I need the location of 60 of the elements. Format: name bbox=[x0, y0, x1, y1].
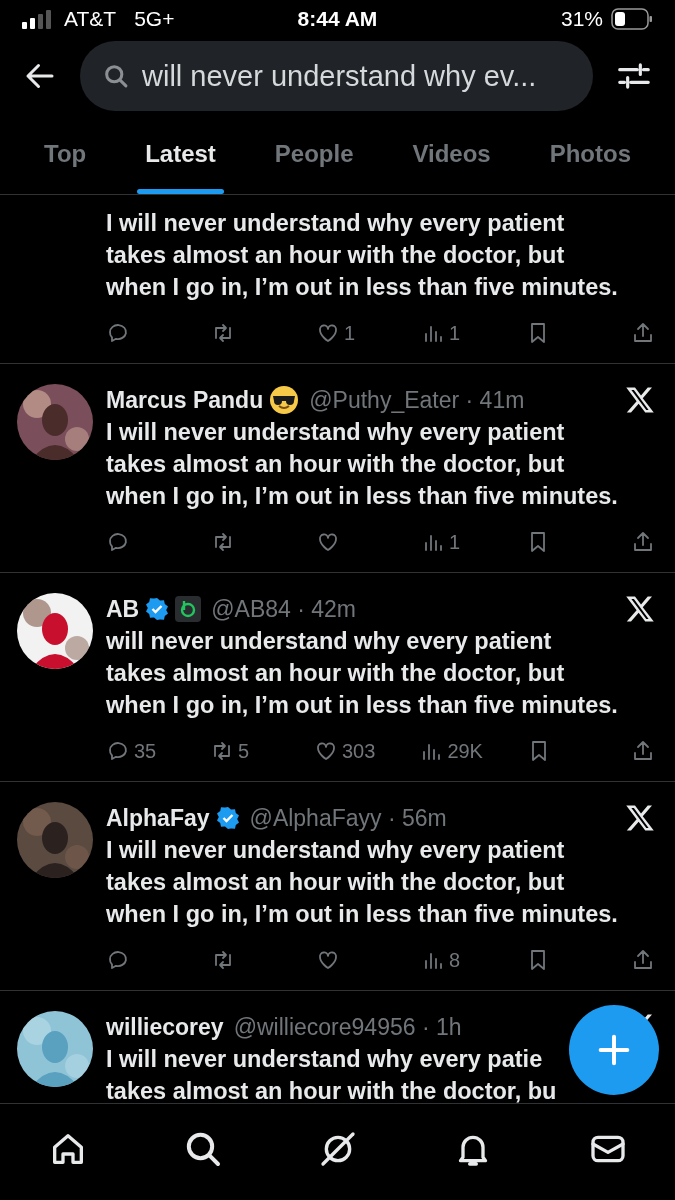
tweet-text: I will never understand why every patie bbox=[106, 1045, 543, 1074]
author-name[interactable]: AlphaFay bbox=[106, 804, 210, 832]
views-button[interactable]: 29K bbox=[419, 739, 483, 763]
tab[interactable]: Videos bbox=[404, 114, 499, 194]
tweet-text: will never understand why every patient bbox=[106, 627, 552, 656]
tab[interactable]: Latest bbox=[137, 114, 224, 194]
x-logo-icon bbox=[625, 594, 655, 624]
like-button[interactable]: 303 bbox=[314, 739, 376, 763]
reply-button[interactable]: 35 bbox=[106, 739, 166, 763]
reply-icon bbox=[106, 948, 130, 972]
network-type: 5G+ bbox=[134, 7, 175, 31]
sunglasses-emoji-icon bbox=[269, 385, 300, 415]
tweet-text: I will never understand why every patient bbox=[106, 418, 565, 447]
carrier-name: AT&T bbox=[64, 7, 117, 31]
verified-icon bbox=[145, 597, 170, 621]
share-icon bbox=[631, 948, 655, 972]
share-button[interactable] bbox=[631, 530, 655, 554]
share-button[interactable] bbox=[631, 321, 655, 345]
views-button[interactable]: 8 bbox=[421, 948, 481, 972]
x-logo-icon bbox=[625, 385, 655, 415]
tweet-text: when I go in, I’m out in less than five minutes. bbox=[106, 900, 618, 929]
share-button[interactable] bbox=[631, 948, 655, 972]
tweet-text: takes almost an hour with the doctor, but bbox=[106, 659, 565, 688]
handle-and-time: @Puthy_Eater · 41m bbox=[309, 386, 525, 414]
reply-icon bbox=[106, 739, 130, 763]
share-icon bbox=[631, 321, 655, 345]
search-field[interactable]: will never understand why ev... bbox=[140, 58, 571, 94]
handle-and-time: @AB84 · 42m bbox=[211, 595, 357, 623]
tweet-text: when I go in, I’m out in less than five minutes. bbox=[106, 691, 618, 720]
search-icon bbox=[102, 62, 130, 90]
author-name[interactable]: Marcus Pandu bbox=[106, 386, 264, 414]
battery-icon bbox=[611, 8, 653, 30]
clock-time: 8:44 AM bbox=[297, 7, 378, 31]
tweet-text: when I go in, I’m out in less than five minutes. bbox=[106, 273, 618, 302]
affiliate-badge-icon bbox=[175, 596, 202, 622]
tweet-text: takes almost an hour with the doctor, bu bbox=[106, 1077, 557, 1103]
author-name[interactable]: AB bbox=[106, 595, 140, 623]
x-logo-icon bbox=[625, 803, 655, 833]
tweet-text: takes almost an hour with the doctor, but bbox=[106, 241, 565, 270]
author-name[interactable]: williecorey bbox=[106, 1013, 224, 1041]
reply-icon bbox=[106, 530, 130, 554]
handle-and-time: @AlphaFayy · 56m bbox=[249, 804, 447, 832]
views-button[interactable]: 1 bbox=[421, 321, 481, 345]
reply-icon bbox=[106, 321, 130, 345]
tweet-text: when I go in, I’m out in less than five minutes. bbox=[106, 482, 618, 511]
tweet-text: takes almost an hour with the doctor, but bbox=[106, 868, 565, 897]
tab[interactable]: Photos bbox=[541, 114, 639, 194]
views-button[interactable]: 1 bbox=[421, 530, 481, 554]
tab[interactable]: People bbox=[266, 114, 362, 194]
share-icon bbox=[631, 530, 655, 554]
search-bar[interactable]: will never understand why ev... bbox=[80, 41, 593, 111]
repost-button[interactable]: 5 bbox=[210, 739, 270, 763]
verified-icon bbox=[215, 806, 240, 830]
tab[interactable]: Top bbox=[36, 114, 95, 194]
like-button[interactable]: 1 bbox=[316, 321, 376, 345]
battery-percent: 31% bbox=[560, 7, 603, 31]
tweet-text: takes almost an hour with the doctor, but bbox=[106, 450, 565, 479]
handle-and-time: @williecore94956 · 1h bbox=[233, 1013, 462, 1041]
tweet-text: I will never understand why every patient bbox=[106, 209, 565, 238]
tweet-text: I will never understand why every patient bbox=[106, 836, 565, 865]
